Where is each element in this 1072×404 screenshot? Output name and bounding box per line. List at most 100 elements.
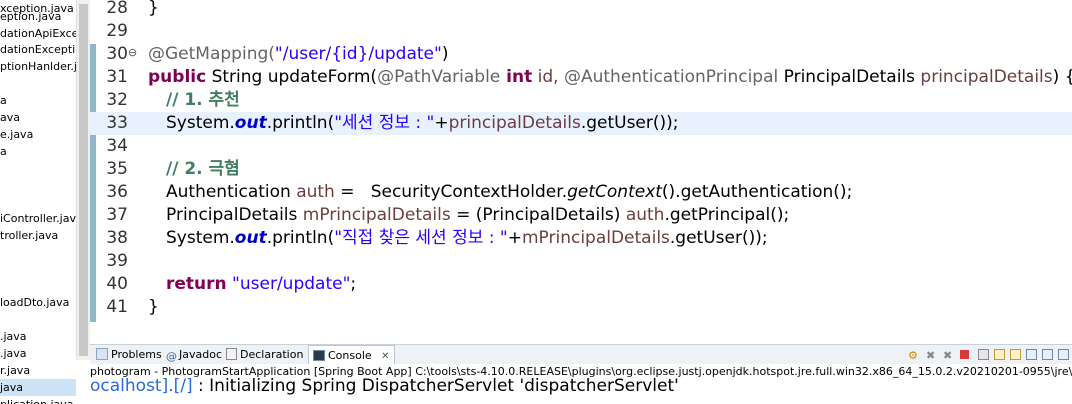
terminate-icon[interactable] (960, 350, 969, 359)
code-token: getContext (567, 182, 662, 202)
code-line-33-current[interactable]: 33 System.out.println("세션 정보 : "+princip… (90, 112, 1072, 135)
line-number: 35 (106, 159, 128, 179)
code-line-35[interactable]: 35 // 2. 극혐 (90, 158, 1072, 181)
close-icon[interactable]: ✕ (381, 351, 389, 362)
explorer-file-item[interactable]: iController.java (0, 210, 76, 227)
code-token: @PathVariable (377, 67, 501, 87)
explorer-file-item[interactable]: troller.java (0, 227, 58, 244)
code-token: principalDetails (920, 67, 1053, 87)
explorer-file-item[interactable]: ptionHanlder.jav (0, 58, 76, 75)
scroll-lock-icon[interactable] (994, 349, 1005, 360)
code-token: int (500, 67, 533, 87)
code-token: + (507, 228, 522, 248)
view-tab-bar: Problems @ Javadoc Declaration Console ✕ … (90, 344, 1072, 366)
code-line-40[interactable]: 40 return "user/update"; (90, 273, 1072, 296)
tab-label: Problems (111, 348, 162, 361)
code-line-32[interactable]: 32 // 1. 추천 (90, 89, 1072, 112)
explorer-file-item[interactable]: dationException (0, 41, 76, 58)
line-number: 33 (106, 113, 128, 133)
explorer-file-item[interactable]: dationApiExcep (0, 25, 76, 42)
line-number: 36 (106, 182, 128, 202)
code-token: id, (532, 67, 564, 87)
code-token: System. (166, 228, 235, 248)
remove-all-icon[interactable]: ✖ (943, 349, 955, 362)
code-line-31[interactable]: 31 public String updateForm(@PathVariabl… (90, 66, 1072, 89)
explorer-file-item[interactable]: plication.java (0, 396, 74, 404)
package-explorer: xception.javaeption.javadationApiExcepda… (0, 0, 76, 404)
explorer-file-item[interactable]: a (0, 143, 7, 160)
code-token: "user/update" (226, 274, 351, 294)
line-number: 38 (106, 228, 128, 248)
remove-launch-icon[interactable]: ✖ (926, 349, 938, 362)
code-line-41[interactable]: 41 } (90, 296, 1072, 319)
code-line-34[interactable]: 34 (90, 135, 1072, 158)
explorer-file-item[interactable]: a (0, 92, 7, 109)
code-line-28[interactable]: 28 } (90, 0, 1072, 20)
tab-label: Declaration (240, 348, 304, 361)
console-icon (313, 350, 325, 361)
explorer-scrollbar[interactable] (76, 0, 90, 360)
console-output[interactable]: ocalhost].[/] : Initializing Spring Disp… (90, 378, 1072, 404)
code-token: ) { (1052, 67, 1072, 87)
line-number: 40 (106, 274, 128, 294)
pin-console-icon[interactable] (1026, 349, 1037, 360)
tab-declaration[interactable]: Declaration (226, 347, 303, 363)
line-number: 37 (106, 205, 128, 225)
line-number: 30 (106, 44, 128, 64)
word-wrap-icon[interactable] (1010, 349, 1021, 360)
terminate-relaunch-icon[interactable]: ⚙ (908, 349, 920, 362)
code-token: ().getAuthentication(); (661, 182, 853, 202)
code-token: "직접 찾은 세션 정보 : " (334, 228, 508, 248)
code-token: ) (441, 44, 449, 64)
explorer-file-item[interactable]: .java (0, 345, 27, 362)
code-token: .getPrincipal(); (664, 205, 790, 225)
code-line-38[interactable]: 38 System.out.println("직접 찾은 세션 정보 : "+m… (90, 227, 1072, 250)
tab-javadoc[interactable]: @ Javadoc (166, 347, 222, 363)
explorer-file-item[interactable]: java (0, 379, 76, 396)
tab-label: Console (328, 349, 372, 362)
problems-icon (96, 348, 108, 360)
code-line-30[interactable]: 30 ⊖ @GetMapping("/user/{id}/update") (90, 43, 1072, 66)
javadoc-icon: @ (166, 350, 177, 363)
console-logger-name: ocalhost].[/] (90, 378, 193, 396)
declaration-icon (226, 348, 237, 360)
open-console-icon[interactable] (1058, 349, 1069, 360)
code-token: .getUser()); (580, 113, 679, 133)
code-token: return (166, 274, 227, 294)
code-token: mPrincipalDetails (302, 205, 451, 225)
code-token: ; (350, 274, 357, 294)
line-number: 29 (106, 21, 128, 41)
code-line-37[interactable]: 37 PrincipalDetails mPrincipalDetails = … (90, 204, 1072, 227)
code-line-29[interactable]: 29 (90, 20, 1072, 43)
code-editor[interactable]: 28 } 29 30 ⊖ @GetMapping("/user/{id}/upd… (90, 0, 1072, 340)
code-line-39[interactable]: 39 (90, 250, 1072, 273)
code-token: .getUser()); (669, 228, 768, 248)
tab-console[interactable]: Console ✕ (308, 345, 395, 366)
code-token: } (148, 0, 159, 18)
explorer-file-item[interactable]: eption.java (0, 8, 61, 25)
code-token: "세션 정보 : " (334, 113, 435, 133)
code-token: mPrincipalDetails (521, 228, 670, 248)
code-token: String updateForm( (206, 67, 378, 87)
explorer-file-item[interactable]: r.java (0, 362, 30, 379)
code-token: out (234, 228, 267, 248)
explorer-file-item[interactable]: loadDto.java (0, 294, 69, 311)
code-token: .println( (266, 113, 335, 133)
line-number: 31 (106, 67, 128, 87)
explorer-file-item[interactable]: .java (0, 328, 27, 345)
code-token: Authentication (166, 182, 297, 202)
tab-problems[interactable]: Problems (96, 347, 162, 363)
explorer-file-item[interactable]: e.java (0, 126, 33, 143)
fold-collapse-icon[interactable]: ⊖ (128, 46, 137, 59)
display-console-icon[interactable] (1042, 349, 1053, 360)
code-token: PrincipalDetails (166, 205, 303, 225)
code-token: System. (166, 113, 235, 133)
code-token: out (234, 113, 267, 133)
code-token: + (434, 113, 449, 133)
explorer-file-item[interactable]: ava (0, 109, 20, 126)
scrollbar-thumb[interactable] (79, 4, 88, 356)
code-line-36[interactable]: 36 Authentication auth = SecurityContext… (90, 181, 1072, 204)
clear-console-icon[interactable] (978, 349, 989, 360)
line-number: 32 (106, 90, 128, 110)
code-token: auth (625, 205, 665, 225)
